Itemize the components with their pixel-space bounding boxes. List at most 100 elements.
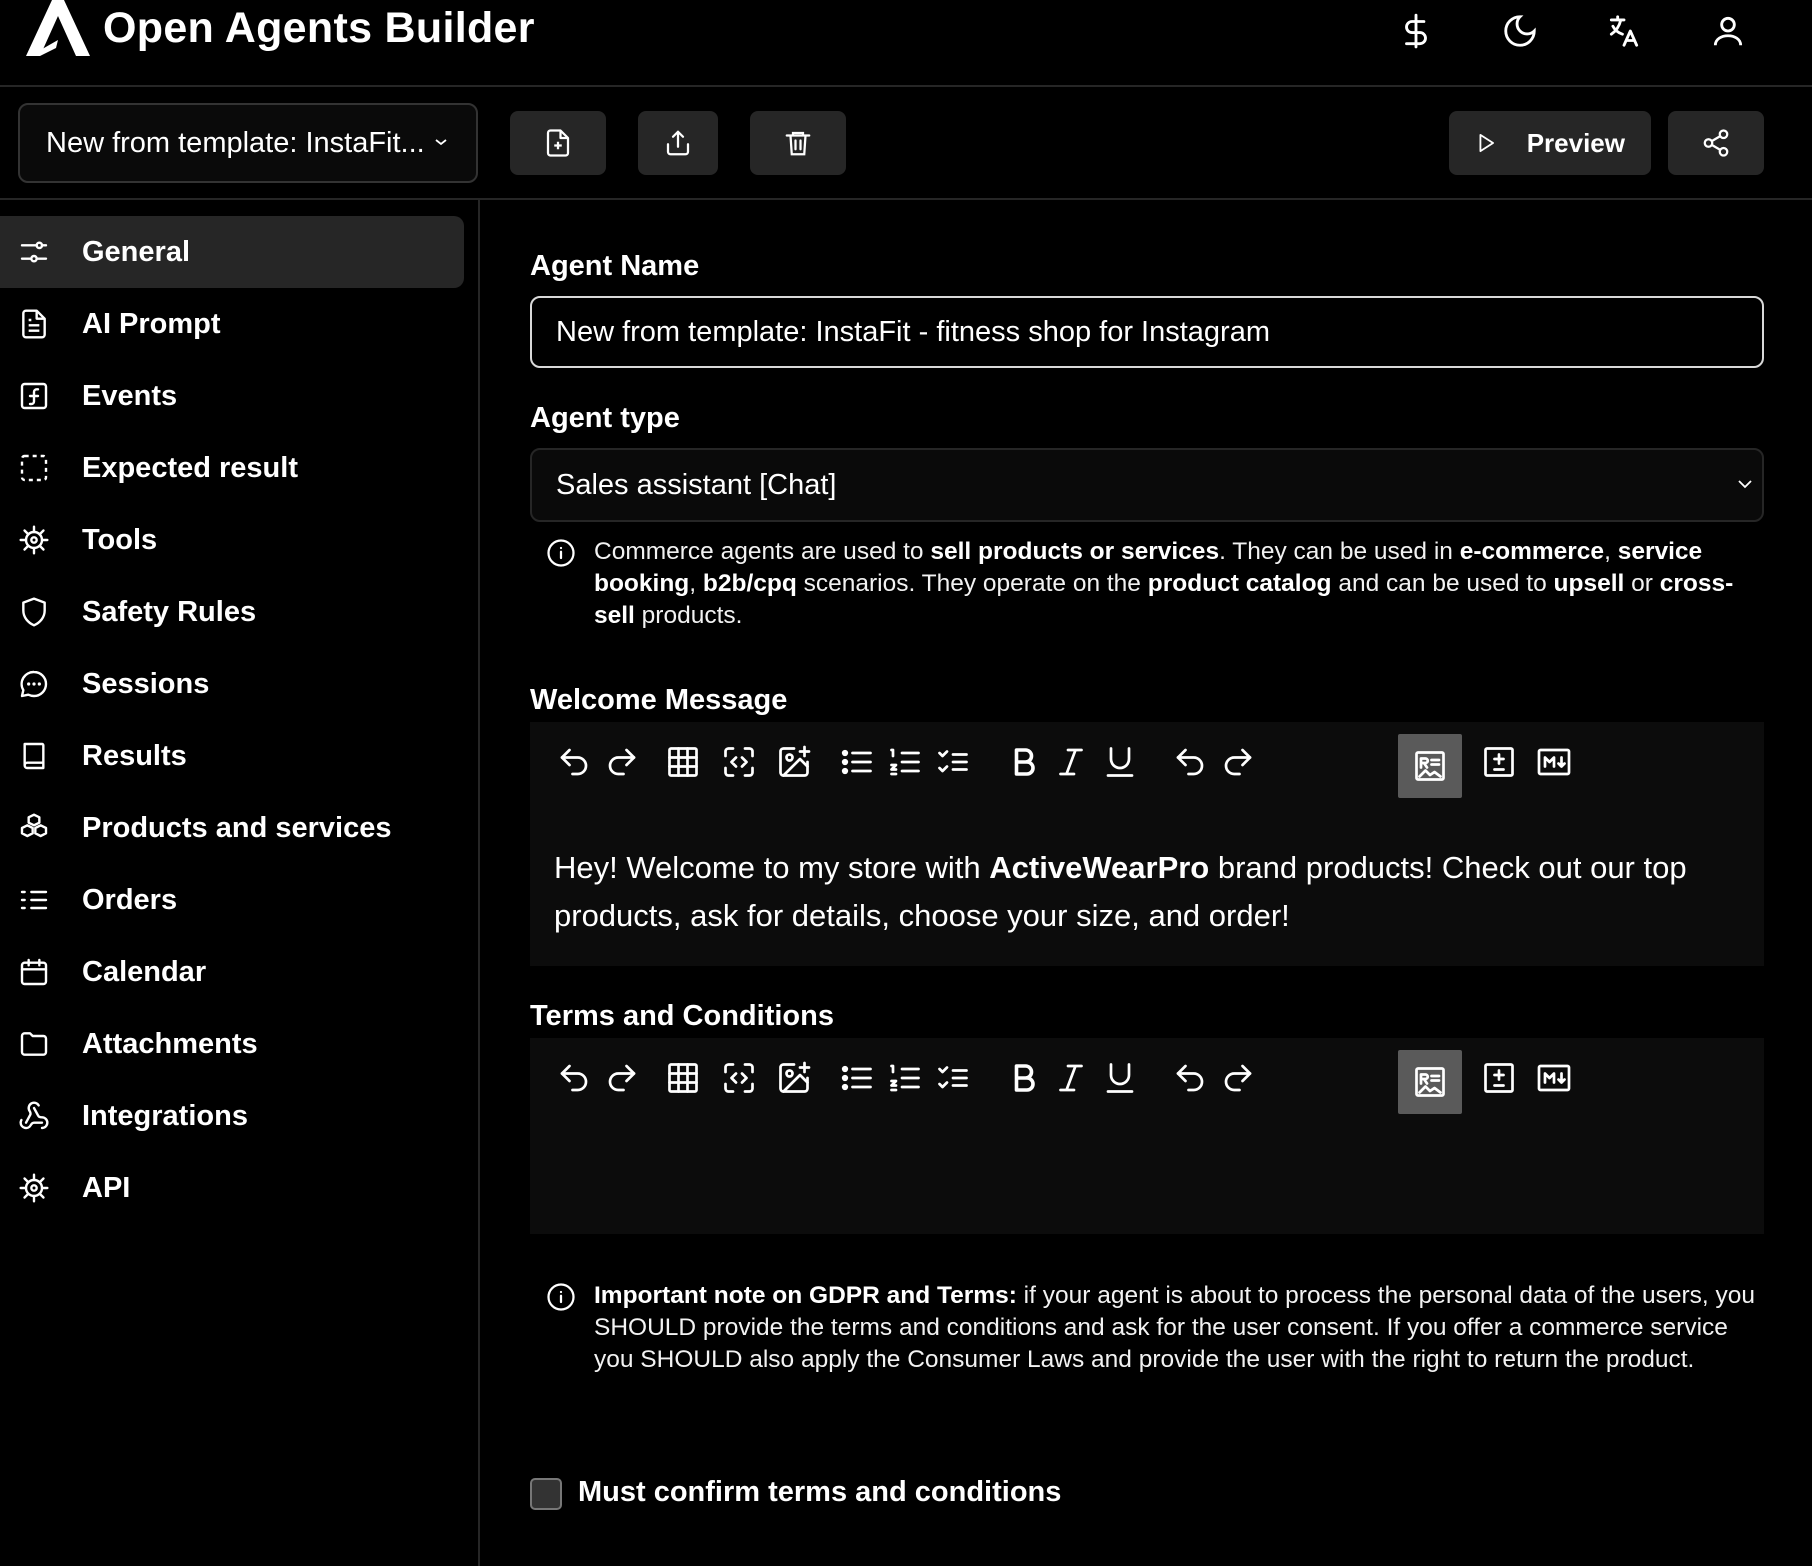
bold-button[interactable]: [1004, 1058, 1044, 1098]
markdown-button[interactable]: [1534, 742, 1574, 782]
check-list-button[interactable]: [933, 742, 973, 782]
underline-button[interactable]: [1100, 742, 1140, 782]
list-ordered-icon: [20, 890, 48, 910]
dashed-square-icon: [20, 454, 48, 482]
diff-button[interactable]: [1479, 1058, 1519, 1098]
sidebar-item-events[interactable]: Events: [0, 360, 464, 432]
redo-icon: [608, 748, 636, 776]
redo-icon: [1224, 748, 1252, 776]
check-list-icon: [938, 1066, 968, 1089]
numbered-list-button[interactable]: [885, 742, 925, 782]
rich-text-button[interactable]: [1398, 1050, 1462, 1114]
template-select[interactable]: New from template: InstaFit...: [18, 103, 478, 183]
info-icon: [547, 539, 575, 567]
user-icon[interactable]: [1709, 12, 1747, 50]
rich-text-button[interactable]: [1398, 734, 1462, 798]
diff-button[interactable]: [1479, 742, 1519, 782]
agent-name-input[interactable]: [530, 296, 1764, 368]
agent-type-select[interactable]: Sales assistant [Chat]: [530, 448, 1764, 522]
undo-button[interactable]: [1170, 742, 1210, 782]
code-block-button[interactable]: [719, 742, 759, 782]
agent-type-info: Commerce agents are used to sell product…: [546, 536, 1766, 632]
document-icon: [22, 309, 46, 339]
code-block-icon: [724, 747, 754, 777]
boxes-icon: [20, 813, 48, 838]
sidebar-item-sessions[interactable]: Sessions: [0, 648, 464, 720]
numbered-list-button[interactable]: [885, 1058, 925, 1098]
sliders-icon: [20, 241, 48, 263]
sidebar-item-orders[interactable]: Orders: [0, 864, 464, 936]
undo-button[interactable]: [554, 742, 594, 782]
table-button[interactable]: [663, 742, 703, 782]
table-button[interactable]: [663, 1058, 703, 1098]
confirm-terms-checkbox[interactable]: [530, 1478, 562, 1510]
sidebar-item-safety-rules[interactable]: Safety Rules: [0, 576, 464, 648]
preview-button[interactable]: Preview: [1449, 111, 1651, 175]
sidebar-item-label: Safety Rules: [82, 595, 257, 628]
redo-button[interactable]: [1218, 742, 1258, 782]
sidebar-item-attachments[interactable]: Attachments: [0, 1008, 464, 1080]
delete-button[interactable]: [750, 111, 846, 175]
bullet-list-icon: [841, 1065, 872, 1091]
welcome-message-editor: Hey! Welcome to my store with ActiveWear…: [530, 722, 1764, 966]
sidebar-item-results[interactable]: Results: [0, 720, 464, 792]
confirm-terms-label: Must confirm terms and conditions: [578, 1476, 1062, 1508]
sidebar-item-calendar[interactable]: Calendar: [0, 936, 464, 1008]
upload-icon: [666, 130, 690, 156]
info-icon: [547, 1283, 575, 1311]
redo-button[interactable]: [602, 742, 642, 782]
bullet-list-button[interactable]: [837, 1058, 877, 1098]
redo-button[interactable]: [1218, 1058, 1258, 1098]
sidebar-item-api[interactable]: API: [0, 1152, 464, 1224]
webhook-icon: [19, 1101, 49, 1130]
markdown-button[interactable]: [1534, 1058, 1574, 1098]
bullet-list-icon: [841, 749, 872, 775]
sidebar-item-general[interactable]: General: [0, 216, 464, 288]
sidebar-item-products-and-services[interactable]: Products and services: [0, 792, 464, 864]
sidebar-item-label: Integrations: [82, 1099, 248, 1132]
sidebar-item-integrations[interactable]: Integrations: [0, 1080, 464, 1152]
gdpr-note: Important note on GDPR and Terms: if you…: [546, 1280, 1766, 1376]
undo-button[interactable]: [1170, 1058, 1210, 1098]
sidebar-item-label: Sessions: [82, 667, 210, 700]
folder-icon: [20, 1032, 48, 1056]
shield-icon: [22, 597, 46, 627]
numbered-list-icon: [890, 1064, 920, 1092]
sidebar-item-label: API: [82, 1171, 131, 1204]
bold-icon: [1014, 748, 1035, 776]
bold-button[interactable]: [1004, 742, 1044, 782]
cog-icon: [19, 1173, 49, 1203]
undo-icon: [560, 1064, 588, 1092]
italic-button[interactable]: [1051, 1058, 1091, 1098]
translate-icon[interactable]: [1605, 12, 1643, 50]
editor-toolbar: [530, 722, 1764, 812]
sidebar-item-label: Orders: [82, 883, 178, 916]
sidebar-item-label: Calendar: [82, 955, 207, 988]
sidebar-item-expected-result[interactable]: Expected result: [0, 432, 464, 504]
sidebar-item-tools[interactable]: Tools: [0, 504, 464, 576]
play-icon: [1479, 133, 1494, 153]
undo-icon: [1176, 1064, 1204, 1092]
italic-button[interactable]: [1051, 742, 1091, 782]
sidebar: General AI Prompt Events Expected result…: [0, 200, 480, 1566]
agent-name-label: Agent Name: [530, 250, 700, 282]
sidebar-item-ai-prompt[interactable]: AI Prompt: [0, 288, 464, 360]
cog-icon: [19, 525, 49, 555]
check-list-button[interactable]: [933, 1058, 973, 1098]
moon-icon[interactable]: [1501, 12, 1539, 50]
welcome-message-content[interactable]: Hey! Welcome to my store with ActiveWear…: [554, 844, 1734, 940]
table-icon: [668, 1063, 698, 1093]
dollar-icon[interactable]: [1397, 12, 1435, 50]
redo-button[interactable]: [602, 1058, 642, 1098]
insert-image-button[interactable]: [774, 742, 814, 782]
bullet-list-button[interactable]: [837, 742, 877, 782]
new-file-button[interactable]: [510, 111, 606, 175]
export-button[interactable]: [638, 111, 718, 175]
terms-editor[interactable]: [530, 1038, 1764, 1234]
insert-image-button[interactable]: [774, 1058, 814, 1098]
share-button[interactable]: [1668, 111, 1764, 175]
underline-button[interactable]: [1100, 1058, 1140, 1098]
undo-button[interactable]: [554, 1058, 594, 1098]
code-block-button[interactable]: [719, 1058, 759, 1098]
file-plus-icon: [546, 129, 570, 157]
